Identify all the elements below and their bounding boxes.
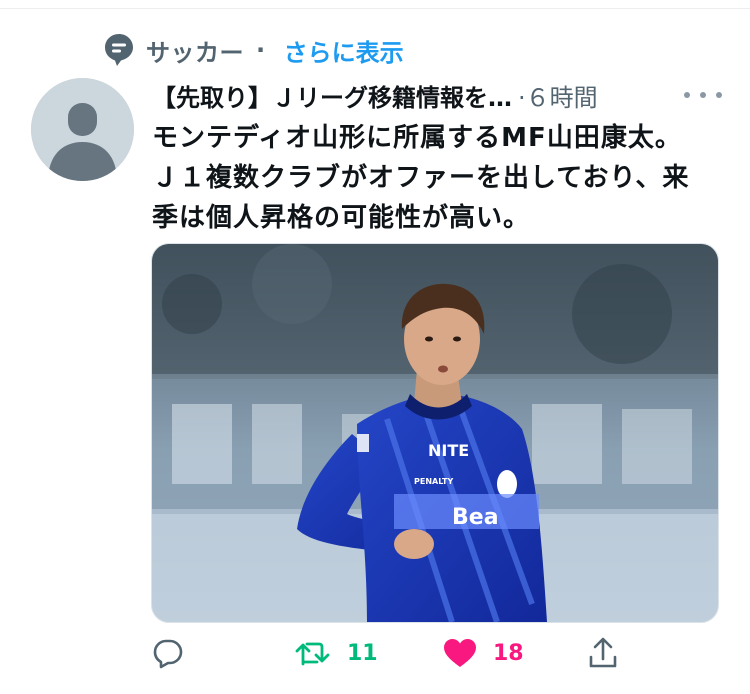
jersey-logo-text: PENALTY	[414, 477, 453, 486]
tweet-media-photo[interactable]: NITE PENALTY Bea	[151, 243, 719, 623]
jersey-sponsor-text: NITE	[428, 441, 469, 460]
like-count: 18	[493, 640, 524, 666]
topic-category[interactable]: サッカー	[146, 33, 244, 68]
heart-icon	[444, 639, 476, 667]
tweet-text-line: 季は個人昇格の可能性が高い。	[152, 203, 531, 233]
tweet-header: 【先取り】Ｊリーグ移籍情報を… ·６時間	[152, 74, 722, 116]
show-more-link[interactable]: さらに表示	[284, 33, 404, 68]
tweet-text-line: Ｊ１複数クラブがオファーを出しており、来	[152, 163, 690, 193]
soccer-player-photo: NITE PENALTY Bea	[152, 244, 718, 622]
more-options-icon[interactable]	[684, 82, 722, 108]
jersey-chest-text: Bea	[452, 505, 499, 530]
retweet-icon	[295, 642, 330, 666]
avatar[interactable]	[31, 78, 134, 181]
share-icon	[589, 637, 617, 668]
topic-separator: ·	[256, 36, 266, 64]
share-button[interactable]	[589, 632, 617, 674]
top-divider	[0, 0, 750, 9]
tweet-text: モンテディオ山形に所属するMF山田康太。 Ｊ１複数クラブがオファーを出しており、…	[152, 118, 720, 238]
tweet-title[interactable]: 【先取り】Ｊリーグ移籍情報を…	[152, 78, 512, 113]
tweet-text-line: モンテディオ山形に所属するMF山田康太。	[152, 123, 682, 153]
retweet-button[interactable]: 11	[295, 632, 378, 674]
tweet-actions: 11 18	[152, 632, 722, 674]
reply-button[interactable]	[152, 632, 184, 674]
topic-context: サッカー · さらに表示	[104, 32, 404, 68]
reply-icon	[153, 639, 183, 669]
like-button[interactable]: 18	[443, 632, 524, 674]
topic-icon	[104, 33, 134, 67]
default-profile-icon	[31, 78, 134, 181]
tweet-timestamp[interactable]: ·６時間	[518, 78, 598, 113]
retweet-count: 11	[347, 640, 378, 666]
